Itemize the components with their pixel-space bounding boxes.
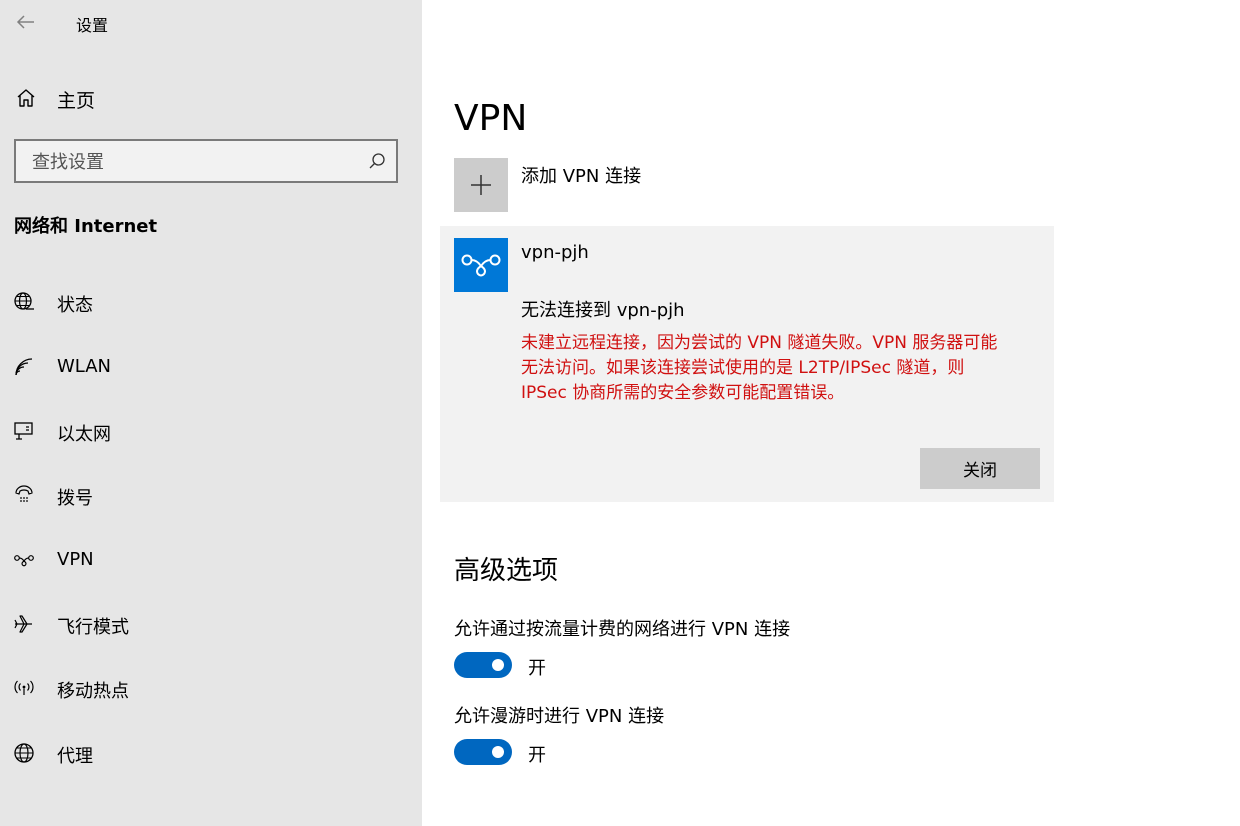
page-title: VPN bbox=[454, 98, 528, 140]
vpn-status: 无法连接到 vpn-pjh bbox=[521, 300, 685, 321]
add-vpn-button[interactable]: 添加 VPN 连接 bbox=[454, 158, 954, 214]
sidebar-item-home[interactable]: 主页 bbox=[0, 78, 422, 118]
search-icon[interactable] bbox=[368, 152, 386, 170]
search-box bbox=[14, 139, 398, 183]
sidebar-item-label: 状态 bbox=[57, 295, 93, 316]
close-button[interactable]: 关闭 bbox=[920, 448, 1040, 489]
advanced-options-title: 高级选项 bbox=[454, 556, 559, 586]
back-arrow-icon bbox=[16, 15, 34, 29]
search-input[interactable] bbox=[30, 141, 364, 183]
vpn-icon bbox=[12, 548, 36, 572]
plus-icon bbox=[471, 175, 491, 195]
sidebar-item-vpn[interactable]: VPN bbox=[0, 538, 422, 582]
vpn-connection-card[interactable]: vpn-pjh 无法连接到 vpn-pjh 未建立远程连接，因为尝试的 VPN … bbox=[440, 226, 1054, 502]
error-line: 未建立远程连接，因为尝试的 VPN 隧道失败。VPN 服务器可能 bbox=[521, 333, 998, 353]
vpn-name: vpn-pjh bbox=[521, 242, 589, 263]
sidebar-item-label: 主页 bbox=[57, 90, 96, 112]
section-title: 网络和 Internet bbox=[14, 216, 158, 237]
back-button[interactable] bbox=[12, 8, 40, 36]
sidebar-item-label: 飞行模式 bbox=[57, 617, 129, 638]
add-vpn-label: 添加 VPN 连接 bbox=[521, 166, 642, 187]
airplane-icon bbox=[12, 612, 36, 636]
metered-network-toggle[interactable] bbox=[454, 652, 512, 678]
add-box bbox=[454, 158, 508, 212]
toggle-knob bbox=[492, 746, 504, 758]
roaming-toggle[interactable] bbox=[454, 739, 512, 765]
error-line: IPSec 协商所需的安全参数可能配置错误。 bbox=[521, 383, 845, 403]
sidebar-item-wlan[interactable]: WLAN bbox=[0, 345, 422, 389]
metered-network-option-label: 允许通过按流量计费的网络进行 VPN 连接 bbox=[454, 619, 791, 640]
sidebar: 设置 主页 网络和 Internet 状态 bbox=[0, 0, 422, 826]
globe-icon bbox=[12, 741, 36, 765]
sidebar-item-status[interactable]: 状态 bbox=[0, 280, 422, 324]
sidebar-item-dialup[interactable]: 拨号 bbox=[0, 473, 422, 517]
wifi-icon bbox=[12, 355, 36, 379]
sidebar-item-label: 代理 bbox=[57, 746, 93, 767]
app-title: 设置 bbox=[76, 16, 109, 35]
sidebar-item-label: VPN bbox=[57, 549, 94, 570]
sidebar-item-label: 以太网 bbox=[57, 424, 111, 445]
dialup-icon bbox=[12, 483, 36, 507]
vpn-error-message: 未建立远程连接，因为尝试的 VPN 隧道失败。VPN 服务器可能 无法访问。如果… bbox=[521, 331, 1046, 406]
error-line: 无法访问。如果该连接尝试使用的是 L2TP/IPSec 隧道，则 bbox=[521, 358, 965, 378]
vpn-icon bbox=[461, 254, 501, 277]
sidebar-item-label: 移动热点 bbox=[57, 681, 129, 702]
toggle-state-label: 开 bbox=[528, 658, 546, 679]
sidebar-item-airplane[interactable]: 飞行模式 bbox=[0, 602, 422, 646]
sidebar-item-hotspot[interactable]: 移动热点 bbox=[0, 666, 422, 710]
roaming-option-label: 允许漫游时进行 VPN 连接 bbox=[454, 706, 665, 727]
toggle-state-label: 开 bbox=[528, 745, 546, 766]
ethernet-icon bbox=[12, 419, 36, 443]
toggle-knob bbox=[492, 659, 504, 671]
vpn-logo bbox=[454, 238, 508, 292]
home-icon bbox=[14, 86, 38, 110]
hotspot-icon bbox=[12, 676, 36, 700]
sidebar-item-label: WLAN bbox=[57, 356, 112, 377]
main-content: VPN 添加 VPN 连接 vpn-pjh 无法连接到 vpn-pjh 未建立远… bbox=[422, 0, 1240, 826]
sidebar-item-ethernet[interactable]: 以太网 bbox=[0, 409, 422, 453]
sidebar-item-label: 拨号 bbox=[57, 488, 93, 509]
globe-status-icon bbox=[12, 290, 36, 314]
sidebar-item-proxy[interactable]: 代理 bbox=[0, 731, 422, 775]
